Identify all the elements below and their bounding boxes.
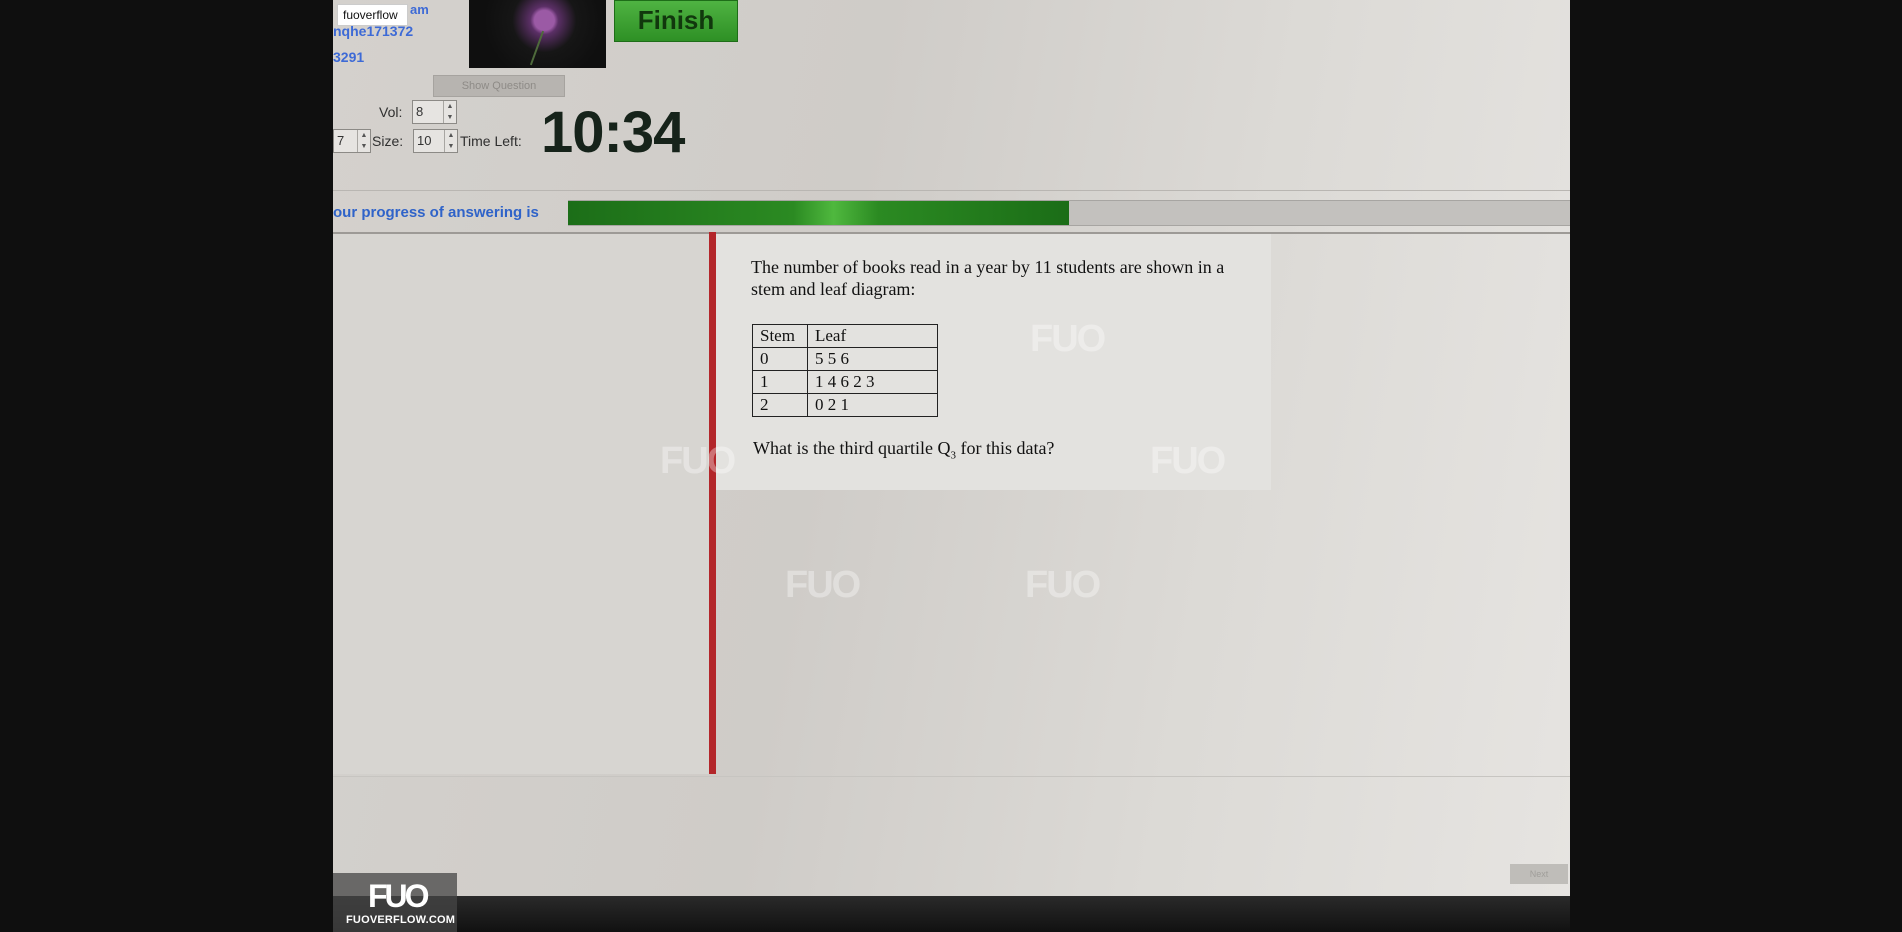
size-label: Size: — [372, 133, 404, 149]
table-row: 0 5 5 6 — [752, 347, 938, 371]
table-row: 1 1 4 6 2 3 — [752, 370, 938, 394]
question-intro: The number of books read in a year by 11… — [751, 257, 1225, 299]
watermark-logo: FUO — [1150, 440, 1226, 482]
time-left-label: Time Left: — [460, 133, 522, 149]
leaf-cell: 5 5 6 — [807, 347, 938, 371]
answer-pane[interactable] — [333, 234, 710, 774]
finish-button[interactable]: Finish — [614, 0, 738, 42]
watermark-logo: FUO — [1025, 564, 1101, 606]
watermark-logo: FUO — [660, 440, 736, 482]
watermark-logo: FUO — [1030, 318, 1106, 360]
vol-label: Vol: — [379, 104, 403, 120]
monitor-bezel — [333, 896, 1570, 932]
footer-divider — [333, 776, 1570, 777]
next-button[interactable]: Next — [1510, 864, 1568, 884]
stepper-arrows-icon[interactable]: ▲ ▼ — [357, 130, 370, 152]
exam-code: 3291 — [333, 49, 365, 65]
stem-cell: 2 — [752, 393, 808, 417]
countdown-timer: 10:34 — [541, 100, 685, 165]
leaf-cell: 0 2 1 — [807, 393, 938, 417]
prompt-text: What is the third quartile Q — [753, 438, 951, 458]
user-name-fragment: am — [410, 2, 429, 17]
vol-stepper[interactable]: 8 ▲ ▼ — [412, 100, 457, 124]
stem-cell: 0 — [752, 347, 808, 371]
site-logo-text: FUOVERFLOW.COM — [346, 914, 456, 926]
progress-label: our progress of answering is — [333, 204, 539, 221]
show-question-button[interactable]: Show Question — [433, 75, 565, 97]
watermark-logo: FUO — [785, 564, 861, 606]
header-stem: Stem — [752, 324, 808, 348]
header-divider — [333, 190, 1570, 191]
pane-splitter[interactable] — [709, 232, 716, 774]
stepper-arrows-icon[interactable]: ▲ ▼ — [444, 130, 457, 152]
stem-cell: 1 — [752, 370, 808, 394]
stem-leaf-table: Stem Leaf 0 5 5 6 1 1 4 6 2 3 2 0 2 1 — [752, 324, 938, 417]
question-prompt: What is the third quartile Q3 for this d… — [753, 438, 1054, 462]
size-value: 10 — [417, 133, 432, 148]
stepper-arrows-icon[interactable]: ▲ ▼ — [443, 101, 456, 123]
progress-bar — [568, 200, 1570, 226]
leaf-cell: 1 4 6 2 3 — [807, 370, 938, 394]
progress-fill — [568, 201, 1069, 225]
header-leaf: Leaf — [807, 324, 938, 348]
site-logo-icon: FUO — [368, 878, 430, 914]
watermark-tag: fuoverflow — [337, 4, 408, 26]
prompt-text-end: for this data? — [955, 438, 1055, 458]
table-header-row: Stem Leaf — [752, 324, 938, 348]
vol-value: 8 — [416, 104, 424, 119]
student-photo — [469, 0, 606, 68]
font-stepper[interactable]: 7 ▲ ▼ — [333, 129, 371, 153]
table-row: 2 0 2 1 — [752, 393, 938, 417]
size-stepper[interactable]: 10 ▲ ▼ — [413, 129, 458, 153]
font-value: 7 — [337, 133, 345, 148]
